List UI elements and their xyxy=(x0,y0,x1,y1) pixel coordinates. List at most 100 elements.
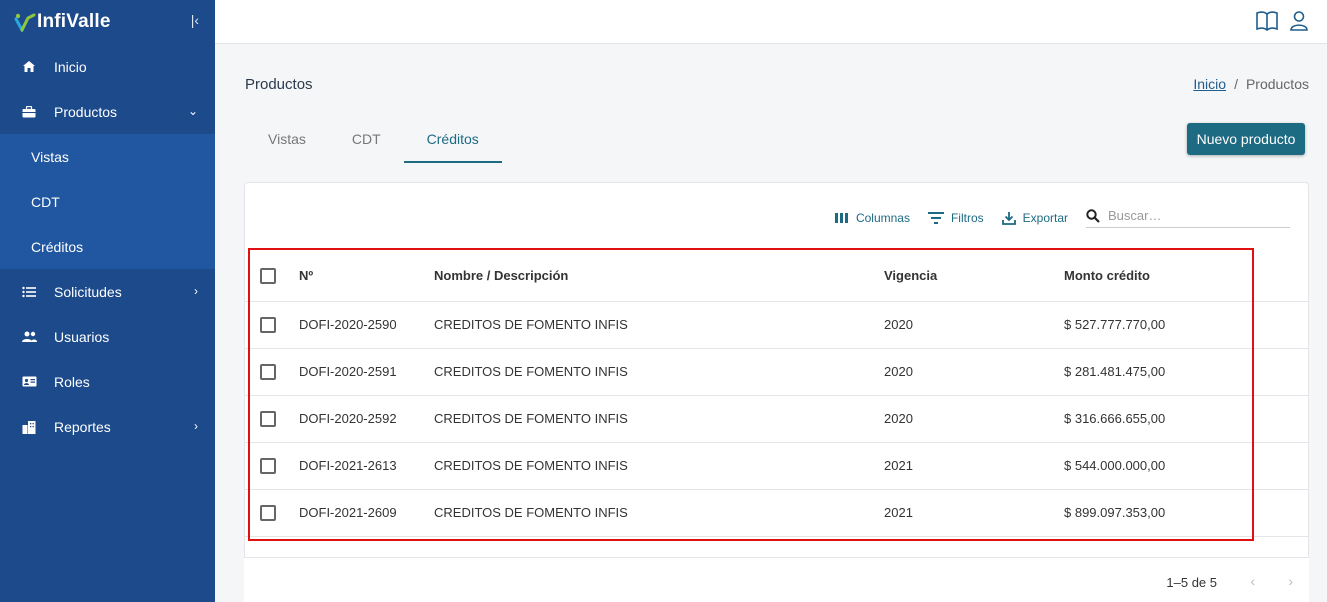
column-header-name[interactable]: Nombre / Descripción xyxy=(434,251,884,302)
cell-num: DOFI-2021-2609 xyxy=(299,489,434,537)
cell-name: CREDITOS DE FOMENTO INFIS xyxy=(434,442,884,490)
sidebar-item-label: Solicitudes xyxy=(54,283,122,300)
user-icon[interactable] xyxy=(1289,10,1309,32)
sidebar-item-label: Productos xyxy=(54,103,118,120)
row-checkbox[interactable] xyxy=(260,410,276,427)
sidebar-item-label: Reportes xyxy=(54,418,111,435)
sidebar-subitem-cdt[interactable]: CDT xyxy=(0,179,215,224)
row-select-cell xyxy=(245,301,299,349)
sidebar-item-roles[interactable]: Roles xyxy=(0,359,215,404)
productos-submenu: Vistas CDT Créditos xyxy=(0,134,215,269)
cell-year: 2021 xyxy=(884,442,1064,490)
table-row[interactable]: DOFI-2020-2592 CREDITOS DE FOMENTO INFIS… xyxy=(245,395,1308,443)
sidebar-item-label: Roles xyxy=(54,373,90,390)
cell-year: 2020 xyxy=(884,301,1064,349)
top-bar xyxy=(215,0,1327,44)
table-header-row: Nº Nombre / Descripción Vigencia Monto c… xyxy=(245,251,1308,302)
breadcrumb-home-link[interactable]: Inicio xyxy=(1193,76,1226,92)
pagination-info: 1–5 de 5 xyxy=(1166,575,1217,590)
row-checkbox[interactable] xyxy=(260,504,276,521)
chevron-down-icon: ⌄ xyxy=(187,104,198,118)
tab-vistas[interactable]: Vistas xyxy=(245,120,329,163)
search-input[interactable] xyxy=(1108,208,1278,223)
home-icon xyxy=(21,59,37,75)
export-label: Exportar xyxy=(1022,211,1068,225)
users-icon xyxy=(21,329,37,345)
select-all-cell xyxy=(245,251,299,302)
filters-button[interactable]: Filtros xyxy=(927,211,984,225)
cell-name: CREDITOS DE FOMENTO INFIS xyxy=(434,348,884,396)
tab-creditos[interactable]: Créditos xyxy=(403,120,502,163)
table-toolbar: Columnas Filtros Exportar xyxy=(834,208,1290,228)
columns-icon xyxy=(834,213,848,223)
sidebar: InfiValle |‹ Inicio Productos ⌄ Vistas C… xyxy=(0,0,215,602)
cell-num: DOFI-2020-2590 xyxy=(299,301,434,349)
sidebar-subitem-vistas[interactable]: Vistas xyxy=(0,134,215,179)
table-row[interactable]: DOFI-2021-2609 CREDITOS DE FOMENTO INFIS… xyxy=(245,489,1308,537)
sidebar-item-inicio[interactable]: Inicio xyxy=(0,44,215,89)
tab-cdt[interactable]: CDT xyxy=(329,120,404,163)
cell-amount: $ 544.000.000,00 xyxy=(1064,442,1308,490)
search-box xyxy=(1086,208,1290,228)
logo-icon xyxy=(14,12,36,34)
table-pagination: 1–5 de 5 ‹ › xyxy=(244,557,1309,602)
page-title: Productos xyxy=(245,76,313,93)
filters-label: Filtros xyxy=(950,211,984,225)
columns-label: Columnas xyxy=(855,211,910,225)
prev-page-icon[interactable]: ‹ xyxy=(1250,573,1255,589)
cell-amount: $ 281.481.475,00 xyxy=(1064,348,1308,396)
row-checkbox[interactable] xyxy=(260,316,276,333)
download-icon xyxy=(1001,212,1016,225)
building-icon xyxy=(21,419,37,435)
cell-name: CREDITOS DE FOMENTO INFIS xyxy=(434,395,884,443)
table-row[interactable]: DOFI-2020-2590 CREDITOS DE FOMENTO INFIS… xyxy=(245,301,1308,349)
sidebar-item-reportes[interactable]: Reportes › xyxy=(0,404,215,449)
row-checkbox[interactable] xyxy=(260,363,276,380)
chevron-right-icon: › xyxy=(194,284,198,298)
select-all-checkbox[interactable] xyxy=(260,268,276,285)
cell-year: 2020 xyxy=(884,348,1064,396)
products-table-card: Columnas Filtros Exportar Nº Nombre / De… xyxy=(244,182,1309,602)
sidebar-item-solicitudes[interactable]: Solicitudes › xyxy=(0,269,215,314)
export-button[interactable]: Exportar xyxy=(1001,211,1068,225)
cell-num: DOFI-2021-2613 xyxy=(299,442,434,490)
cell-year: 2020 xyxy=(884,395,1064,443)
sidebar-subitem-creditos[interactable]: Créditos xyxy=(0,224,215,269)
brand-name: InfiValle xyxy=(37,11,111,32)
brand-logo[interactable]: InfiValle |‹ xyxy=(0,0,215,44)
products-table: Nº Nombre / Descripción Vigencia Monto c… xyxy=(245,251,1308,537)
new-product-button[interactable]: Nuevo producto xyxy=(1187,123,1305,155)
row-select-cell xyxy=(245,395,299,443)
cell-num: DOFI-2020-2592 xyxy=(299,395,434,443)
cell-year: 2021 xyxy=(884,489,1064,537)
list-icon xyxy=(21,284,37,300)
cell-amount: $ 527.777.770,00 xyxy=(1064,301,1308,349)
column-header-monto[interactable]: Monto crédito xyxy=(1064,251,1308,302)
row-select-cell xyxy=(245,348,299,396)
table-row[interactable]: DOFI-2021-2613 CREDITOS DE FOMENTO INFIS… xyxy=(245,442,1308,490)
cell-name: CREDITOS DE FOMENTO INFIS xyxy=(434,301,884,349)
chevron-right-icon: › xyxy=(194,419,198,433)
column-header-vigencia[interactable]: Vigencia xyxy=(884,251,1064,302)
collapse-left-icon[interactable]: |‹ xyxy=(191,12,199,28)
breadcrumb-separator: / xyxy=(1234,76,1238,92)
book-icon[interactable] xyxy=(1255,10,1279,32)
id-card-icon xyxy=(21,374,37,390)
cell-name: CREDITOS DE FOMENTO INFIS xyxy=(434,489,884,537)
row-select-cell xyxy=(245,489,299,537)
sidebar-item-usuarios[interactable]: Usuarios xyxy=(0,314,215,359)
next-page-icon[interactable]: › xyxy=(1288,573,1293,589)
briefcase-icon xyxy=(21,104,37,120)
product-tabs: Vistas CDT Créditos xyxy=(245,120,502,163)
column-header-num[interactable]: Nº xyxy=(299,251,434,302)
search-icon xyxy=(1086,208,1100,223)
sidebar-item-productos[interactable]: Productos ⌄ xyxy=(0,89,215,134)
breadcrumb: Inicio / Productos xyxy=(1193,76,1309,92)
cell-num: DOFI-2020-2591 xyxy=(299,348,434,396)
table-row[interactable]: DOFI-2020-2591 CREDITOS DE FOMENTO INFIS… xyxy=(245,348,1308,396)
row-select-cell xyxy=(245,442,299,490)
cell-amount: $ 316.666.655,00 xyxy=(1064,395,1308,443)
row-checkbox[interactable] xyxy=(260,457,276,474)
filter-icon xyxy=(927,212,944,224)
columns-button[interactable]: Columnas xyxy=(834,211,910,225)
